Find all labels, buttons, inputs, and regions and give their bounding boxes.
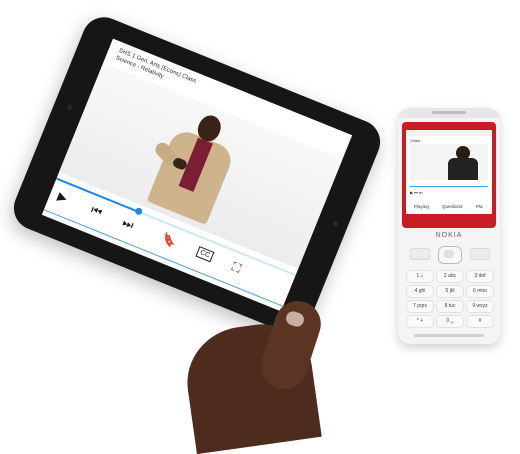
key-2[interactable]: 2 abc: [436, 270, 464, 283]
next-icon[interactable]: ⏭: [120, 215, 135, 232]
tablet-home-sensor: [332, 220, 339, 228]
key-star[interactable]: * +: [406, 315, 434, 328]
phone-screen-title: Video: [410, 138, 421, 143]
previous-icon[interactable]: ⏮: [89, 202, 104, 219]
key-8[interactable]: 8 tuv: [436, 300, 464, 313]
tab-playlist[interactable]: Pla: [476, 204, 483, 209]
phone-progress-bar: [410, 186, 488, 187]
key-6[interactable]: 6 mno: [466, 285, 494, 298]
tablet-device: ✻ SHS 1 Gen. Arts (Econs) Class Science …: [7, 10, 387, 340]
select-key[interactable]: [444, 250, 454, 258]
phone-video-player[interactable]: [410, 144, 488, 180]
key-5[interactable]: 5 jkl: [436, 285, 464, 298]
phone-screen: Video ▶ ⏮ ⏭ Playing Questions Pla: [406, 130, 492, 214]
key-9[interactable]: 9 wxyz: [466, 300, 494, 313]
key-0[interactable]: 0 ␣: [436, 315, 464, 328]
phone-presenter-body: [448, 158, 478, 180]
phone-bottom-band: [414, 334, 484, 337]
key-4[interactable]: 4 ghi: [406, 285, 434, 298]
fullscreen-icon[interactable]: ⛶: [230, 259, 243, 275]
tab-questions[interactable]: Questions: [442, 204, 462, 209]
phone-status-bar: [406, 130, 492, 136]
key-3[interactable]: 3 def: [466, 270, 494, 283]
phone-speaker: [432, 111, 466, 114]
phone-presenter-head: [456, 146, 470, 160]
tablet-screen: SHS 1 Gen. Arts (Econs) Class Science - …: [41, 38, 353, 312]
key-1[interactable]: 1 ⌂: [406, 270, 434, 283]
bookmark-icon[interactable]: 🔖: [159, 231, 178, 250]
key-hash[interactable]: #: [466, 315, 494, 328]
left-softkey[interactable]: [410, 248, 430, 260]
captions-button[interactable]: CC: [195, 246, 215, 263]
key-7[interactable]: 7 pqrs: [406, 300, 434, 313]
right-softkey[interactable]: [470, 248, 490, 260]
phone-tabs: Playing Questions Pla: [406, 202, 492, 212]
phone-brand-label: NOKIA: [435, 232, 463, 239]
play-icon[interactable]: ▶: [56, 189, 70, 205]
tab-playing[interactable]: Playing: [414, 204, 429, 209]
tablet-logo-icon: ✻: [64, 102, 75, 114]
phone-controls-row: ▶ ⏮ ⏭: [410, 190, 423, 195]
feature-phone: Video ▶ ⏮ ⏭ Playing Questions Pla NOKIA …: [398, 108, 500, 344]
